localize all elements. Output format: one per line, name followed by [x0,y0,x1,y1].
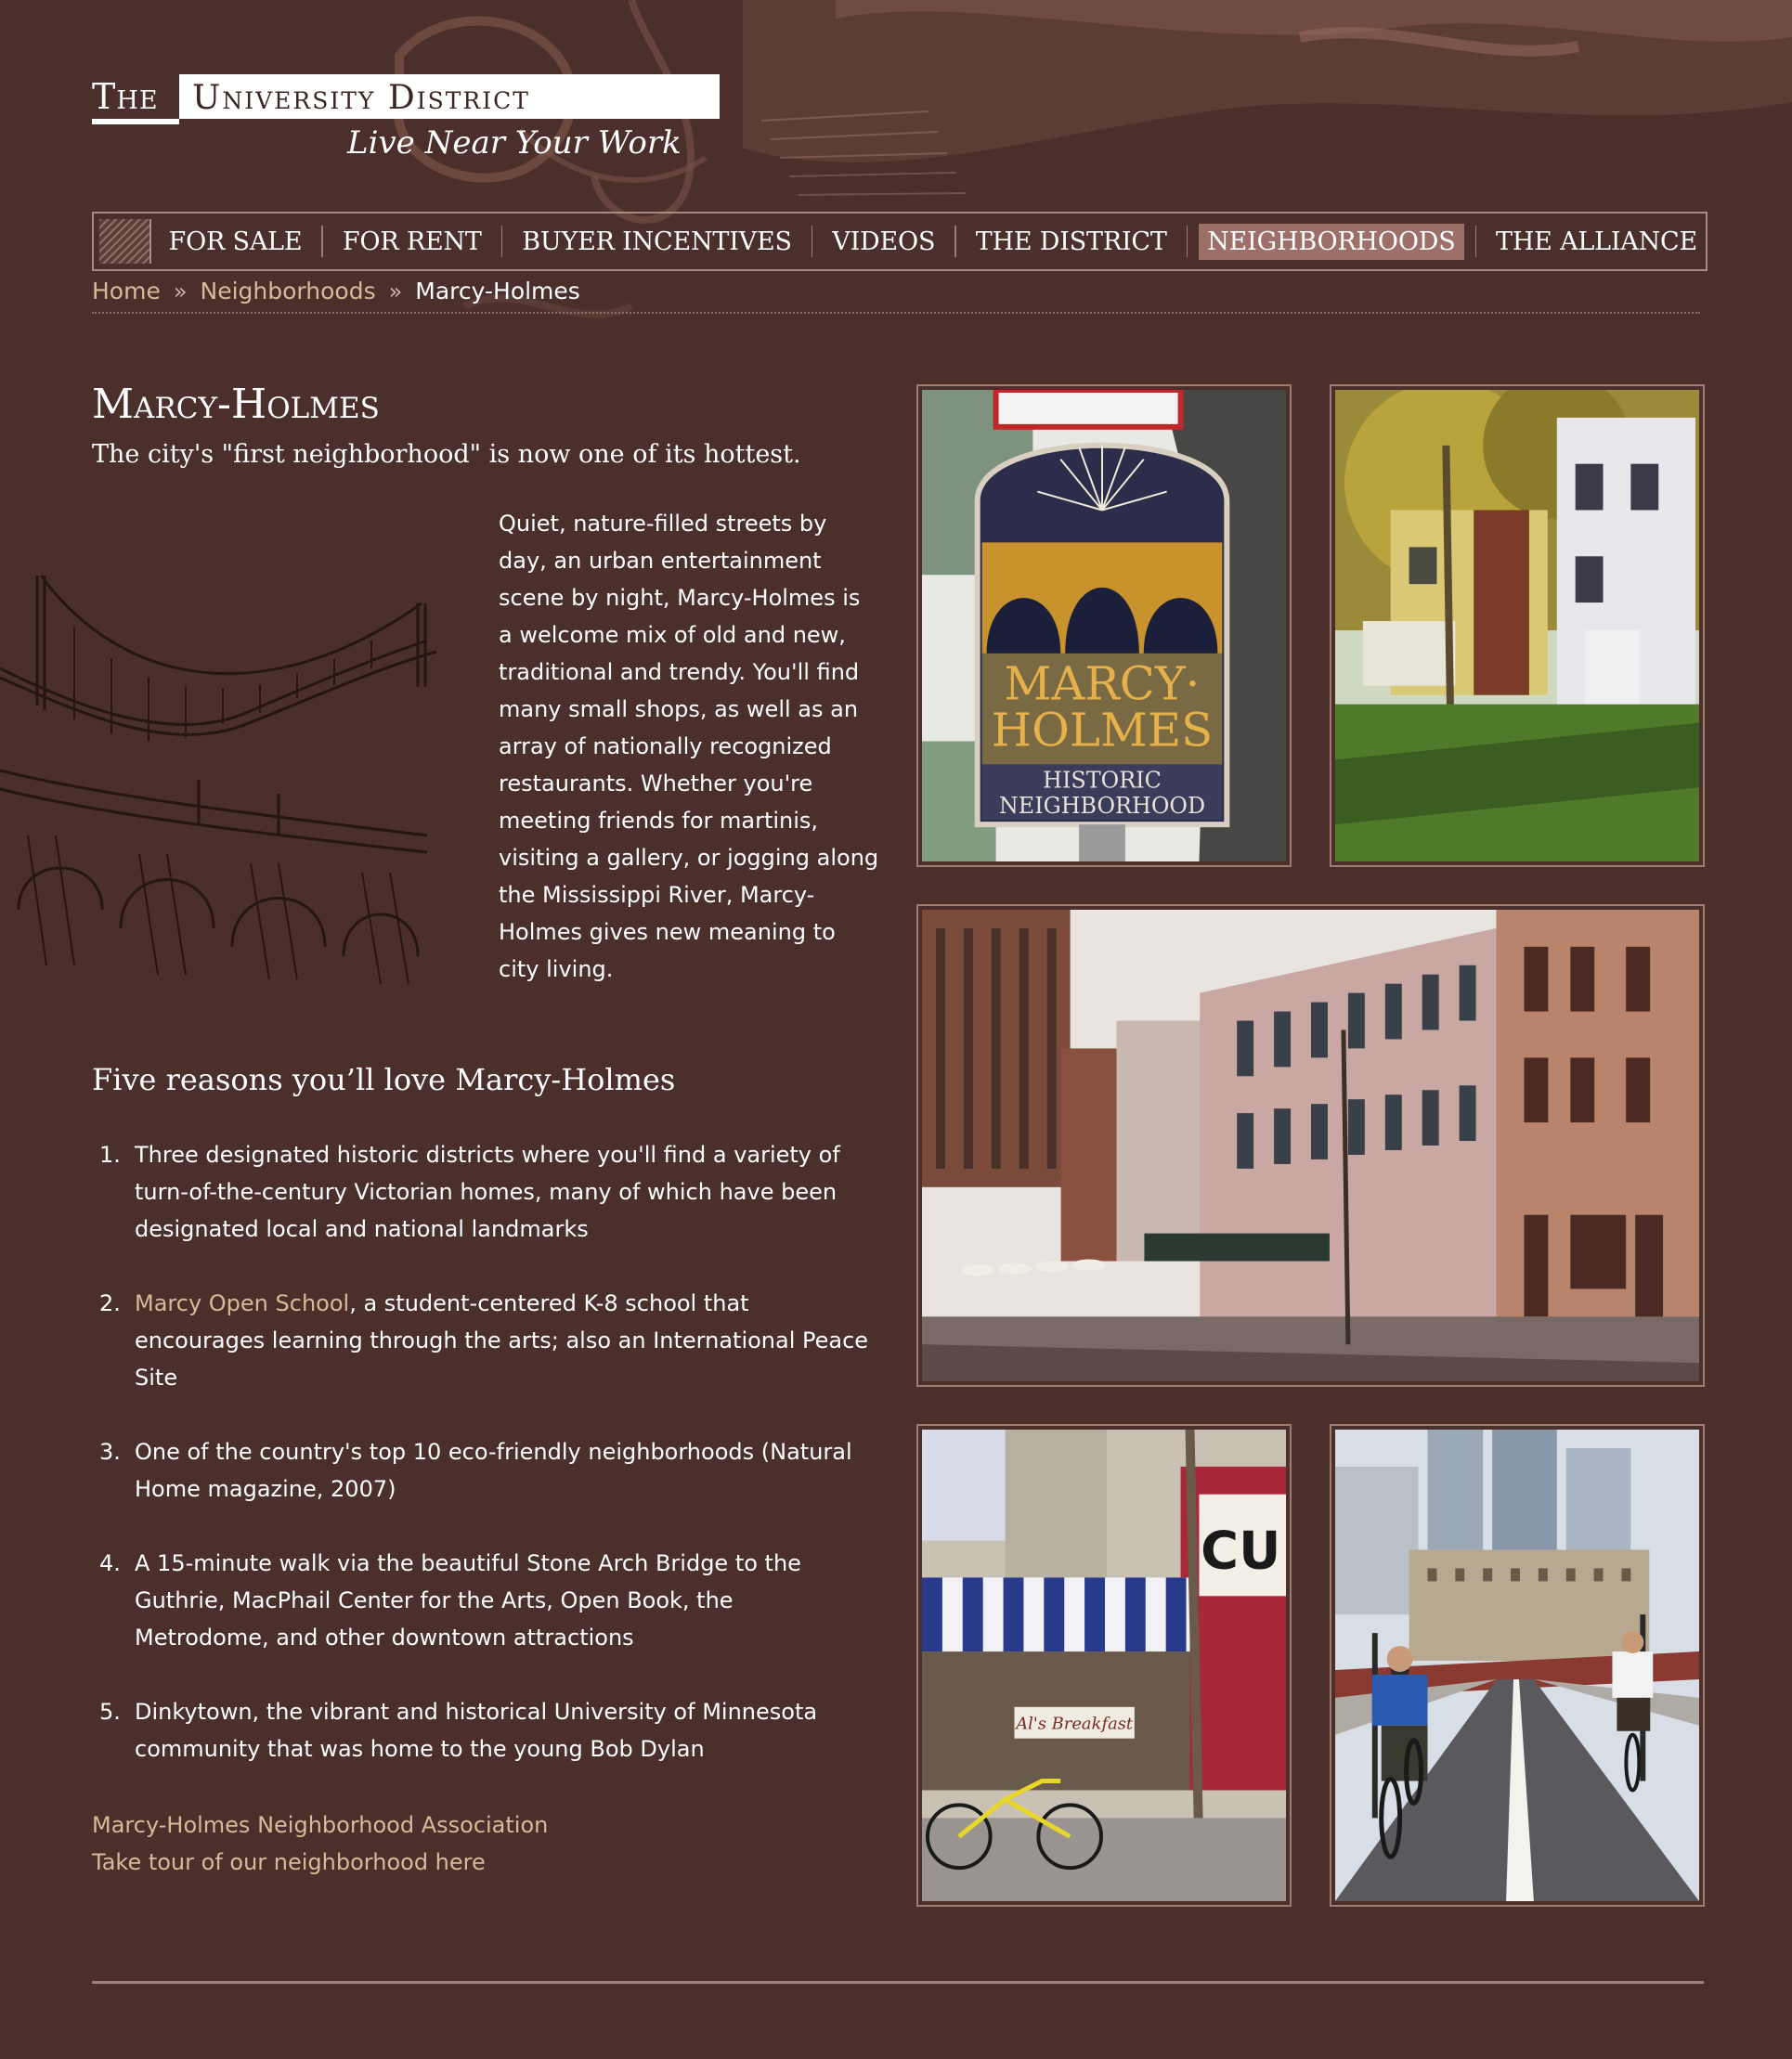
reasons-heading: Five reasons you’ll love Marcy-Holmes [92,1062,676,1097]
bridge-photo-image [1335,1430,1699,1901]
storefront-letters: CU [1201,1521,1280,1581]
neighborhood-association-link[interactable]: Marcy-Holmes Neighborhood Association [92,1806,548,1844]
list-item-text: One of the country's top 10 eco-friendly… [135,1439,852,1502]
nav-neighborhoods[interactable]: NEIGHBORHOODS [1199,223,1464,260]
photo-victorian-house [1330,384,1705,867]
page-title: Marcy-Holmes [92,381,380,428]
list-item: 1. Three designated historic districts wh… [92,1136,872,1248]
site-logo[interactable]: The University District Live Near Your W… [92,72,720,165]
list-number: 4. [99,1550,121,1576]
logo-the: The [92,76,159,117]
breadcrumb-separator: » [388,278,403,304]
list-item-text: A 15-minute walk via the beautiful Stone… [135,1550,801,1651]
photo-cafe-storefront: CU Al's Breakfast [916,1424,1292,1907]
list-number: 5. [99,1699,121,1725]
list-item-text: Three designated historic districts wher… [135,1142,840,1242]
cafe-photo-image: CU Al's Breakfast [922,1430,1286,1901]
sign-text-line2: HOLMES [992,703,1213,757]
nav-videos[interactable]: VIDEOS [824,224,943,260]
nav-buyer-incentives[interactable]: BUYER INCENTIVES [513,224,800,260]
nav-separator [321,226,323,257]
page-subtitle: The city's "first neighborhood" is now o… [92,440,801,469]
sign-photo-image: MARCY· HOLMES HISTORIC NEIGHBORHOOD [922,390,1286,861]
nav-decoration [99,219,151,264]
logo-name: University District [179,74,720,119]
photo-street-scene [916,904,1705,1387]
list-number: 2. [99,1290,121,1316]
nav-separator [500,226,503,257]
list-item: 2. Marcy Open School, a student-centered … [92,1285,872,1396]
sign-text-line4: NEIGHBORHOOD [999,793,1205,819]
breadcrumb-neighborhoods[interactable]: Neighborhoods [201,278,376,304]
nav-the-alliance[interactable]: THE ALLIANCE [1487,224,1706,260]
photo-marcy-holmes-sign: MARCY· HOLMES HISTORIC NEIGHBORHOOD [916,384,1292,867]
logo-underline [92,119,179,124]
cafe-sign: Al's Breakfast [1014,1715,1134,1734]
breadcrumb-separator: » [173,278,188,304]
nav-for-sale[interactable]: FOR SALE [161,224,311,260]
reasons-list: 1. Three designated historic districts wh… [92,1136,872,1805]
neighborhood-tour-link[interactable]: Take tour of our neighborhood here [92,1844,548,1881]
nav-separator [811,226,813,257]
list-number: 1. [99,1142,121,1168]
nav-separator [954,226,956,257]
breadcrumb-home[interactable]: Home [92,278,161,304]
breadcrumb-current: Marcy-Holmes [415,278,580,304]
list-number: 3. [99,1439,121,1465]
sign-text-line3: HISTORIC [1043,767,1162,793]
house-photo-image [1335,390,1699,861]
intro-paragraph: Quiet, nature-filled streets by day, an … [499,511,879,982]
main-nav: FOR SALE FOR RENT BUYER INCENTIVES VIDEO… [92,212,1708,271]
footer-links: Marcy-Holmes Neighborhood Association Ta… [92,1806,548,1881]
bridge-sketch-illustration [0,575,437,985]
marcy-open-school-link[interactable]: Marcy Open School [135,1290,349,1316]
footer-divider [92,1981,1704,1984]
list-item: 3. One of the country's top 10 eco-friend… [92,1433,872,1508]
street-photo-image [922,910,1699,1381]
nav-for-rent[interactable]: FOR RENT [334,224,490,260]
list-item: 4. A 15-minute walk via the beautiful Sto… [92,1545,872,1656]
nav-the-district[interactable]: THE DISTRICT [967,224,1175,260]
photo-stone-arch-bridge [1330,1424,1705,1907]
nav-separator [1186,226,1188,257]
list-item-text: Dinkytown, the vibrant and historical Un… [135,1699,818,1762]
list-item: 5. Dinkytown, the vibrant and historical … [92,1693,872,1768]
nav-separator [1474,226,1477,257]
logo-tagline: Live Near Your Work [347,124,682,162]
breadcrumb: Home » Neighborhoods » Marcy-Holmes [92,275,1700,314]
